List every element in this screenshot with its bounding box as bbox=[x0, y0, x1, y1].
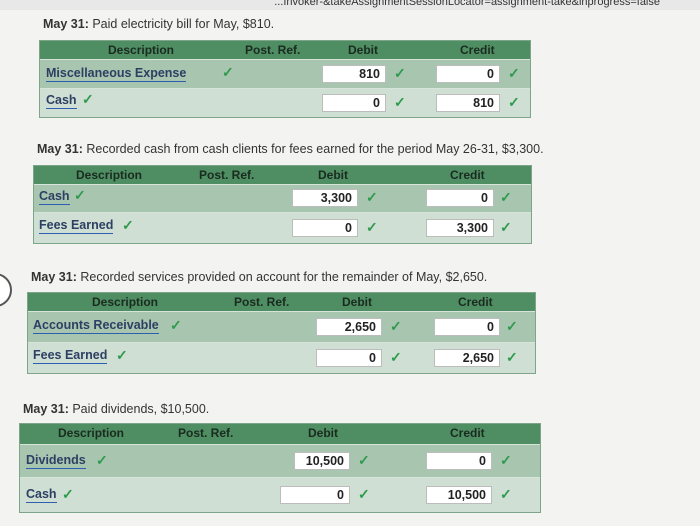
credit-input[interactable]: 0 bbox=[426, 452, 492, 470]
col-debit: Debit bbox=[318, 168, 348, 182]
entry-caption: May 31: Recorded cash from cash clients … bbox=[37, 142, 544, 156]
debit-input[interactable]: 3,300 bbox=[292, 189, 358, 207]
entry-caption: May 31: Recorded services provided on ac… bbox=[31, 270, 487, 284]
credit-input[interactable]: 0 bbox=[426, 189, 494, 207]
table-row: Accounts Receivable ✓ 2,650 ✓ 0 ✓ bbox=[28, 311, 535, 342]
browser-url-bar: ...Invoker-&takeAssignmentSessionLocator… bbox=[0, 0, 700, 10]
credit-input[interactable]: 0 bbox=[436, 65, 500, 83]
col-debit: Debit bbox=[342, 295, 372, 309]
col-credit: Credit bbox=[450, 168, 485, 182]
credit-input[interactable]: 810 bbox=[436, 94, 500, 112]
col-credit: Credit bbox=[450, 426, 485, 440]
table-header: Description Post. Ref. Debit Credit bbox=[34, 166, 531, 184]
entry-text: Paid electricity bill for May, $810. bbox=[92, 17, 275, 31]
col-post-ref: Post. Ref. bbox=[199, 168, 255, 182]
journal-table: Description Post. Ref. Debit Credit Acco… bbox=[27, 292, 536, 374]
check-icon: ✓ bbox=[366, 189, 378, 205]
check-icon: ✓ bbox=[508, 65, 520, 81]
check-icon: ✓ bbox=[358, 486, 370, 502]
debit-input[interactable]: 810 bbox=[322, 65, 386, 83]
entry-caption: May 31: Paid dividends, $10,500. bbox=[23, 402, 209, 416]
account-select[interactable]: Accounts Receivable bbox=[33, 318, 159, 334]
check-icon: ✓ bbox=[390, 349, 402, 365]
col-post-ref: Post. Ref. bbox=[178, 426, 234, 440]
journal-table: Description Post. Ref. Debit Credit Cash… bbox=[33, 165, 532, 244]
table-row: Cash ✓ 0 ✓ 10,500 ✓ bbox=[20, 477, 540, 512]
col-credit: Credit bbox=[460, 43, 495, 57]
table-header: Description Post. Ref. Debit Credit bbox=[20, 424, 540, 444]
col-debit: Debit bbox=[308, 426, 338, 440]
col-description: Description bbox=[76, 168, 143, 182]
col-description: Description bbox=[92, 295, 159, 309]
check-icon: ✓ bbox=[394, 65, 406, 81]
check-icon: ✓ bbox=[500, 219, 512, 235]
table-row: Fees Earned ✓ 0 ✓ 3,300 ✓ bbox=[34, 212, 531, 243]
debit-input[interactable]: 0 bbox=[292, 219, 358, 237]
col-post-ref: Post. Ref. bbox=[234, 295, 290, 309]
col-post-ref: Post. Ref. bbox=[245, 43, 301, 57]
entry-text: Recorded services provided on account fo… bbox=[80, 270, 488, 284]
table-row: Miscellaneous Expense ✓ 810 ✓ 0 ✓ bbox=[40, 59, 530, 88]
debit-input[interactable]: 0 bbox=[316, 349, 382, 367]
entry-date: May 31: bbox=[23, 402, 69, 416]
col-debit: Debit bbox=[348, 43, 378, 57]
col-description: Description bbox=[108, 43, 175, 57]
col-credit: Credit bbox=[458, 295, 493, 309]
table-row: Fees Earned ✓ 0 ✓ 2,650 ✓ bbox=[28, 342, 535, 373]
entry-date: May 31: bbox=[37, 142, 83, 156]
url-text: ...Invoker-&takeAssignmentSessionLocator… bbox=[274, 0, 660, 8]
account-select[interactable]: Cash bbox=[39, 189, 70, 205]
table-row: Cash ✓ 3,300 ✓ 0 ✓ bbox=[34, 184, 531, 212]
col-description: Description bbox=[58, 426, 125, 440]
check-icon: ✓ bbox=[222, 64, 234, 80]
credit-input[interactable]: 3,300 bbox=[426, 219, 494, 237]
account-select[interactable]: Fees Earned bbox=[33, 348, 108, 364]
account-select[interactable]: Dividends bbox=[26, 453, 86, 469]
check-icon: ✓ bbox=[170, 317, 182, 333]
check-icon: ✓ bbox=[366, 219, 378, 235]
debit-input[interactable]: 0 bbox=[280, 486, 350, 504]
table-row: Cash ✓ 0 ✓ 810 ✓ bbox=[40, 88, 530, 117]
check-icon: ✓ bbox=[390, 318, 402, 334]
entry-date: May 31: bbox=[43, 17, 89, 31]
debit-input[interactable]: 2,650 bbox=[316, 318, 382, 336]
entry-caption: May 31: Paid electricity bill for May, $… bbox=[43, 17, 274, 31]
check-icon: ✓ bbox=[500, 452, 512, 468]
check-icon: ✓ bbox=[394, 94, 406, 110]
back-arrow-icon[interactable] bbox=[0, 273, 12, 307]
account-select[interactable]: Cash bbox=[26, 487, 57, 503]
credit-input[interactable]: 2,650 bbox=[434, 349, 500, 367]
journal-table: Description Post. Ref. Debit Credit Misc… bbox=[39, 40, 531, 118]
check-icon: ✓ bbox=[500, 189, 512, 205]
check-icon: ✓ bbox=[358, 452, 370, 468]
debit-input[interactable]: 10,500 bbox=[294, 452, 350, 470]
account-select[interactable]: Miscellaneous Expense bbox=[46, 66, 187, 82]
check-icon: ✓ bbox=[74, 187, 86, 203]
debit-input[interactable]: 0 bbox=[322, 94, 386, 112]
check-icon: ✓ bbox=[508, 94, 520, 110]
check-icon: ✓ bbox=[500, 486, 512, 502]
check-icon: ✓ bbox=[506, 349, 518, 365]
check-icon: ✓ bbox=[82, 91, 94, 107]
journal-table: Description Post. Ref. Debit Credit Divi… bbox=[19, 423, 541, 513]
credit-input[interactable]: 0 bbox=[434, 318, 500, 336]
table-header: Description Post. Ref. Debit Credit bbox=[28, 293, 535, 311]
entry-date: May 31: bbox=[31, 270, 77, 284]
table-header: Description Post. Ref. Debit Credit bbox=[40, 41, 530, 59]
entry-text: Paid dividends, $10,500. bbox=[72, 402, 210, 416]
check-icon: ✓ bbox=[506, 318, 518, 334]
account-select[interactable]: Cash bbox=[46, 93, 77, 109]
table-row: Dividends ✓ 10,500 ✓ 0 ✓ bbox=[20, 444, 540, 477]
account-select[interactable]: Fees Earned bbox=[39, 218, 114, 234]
credit-input[interactable]: 10,500 bbox=[426, 486, 492, 504]
check-icon: ✓ bbox=[122, 217, 134, 233]
check-icon: ✓ bbox=[96, 452, 108, 468]
entry-text: Recorded cash from cash clients for fees… bbox=[86, 142, 544, 156]
check-icon: ✓ bbox=[62, 486, 74, 502]
check-icon: ✓ bbox=[116, 347, 128, 363]
